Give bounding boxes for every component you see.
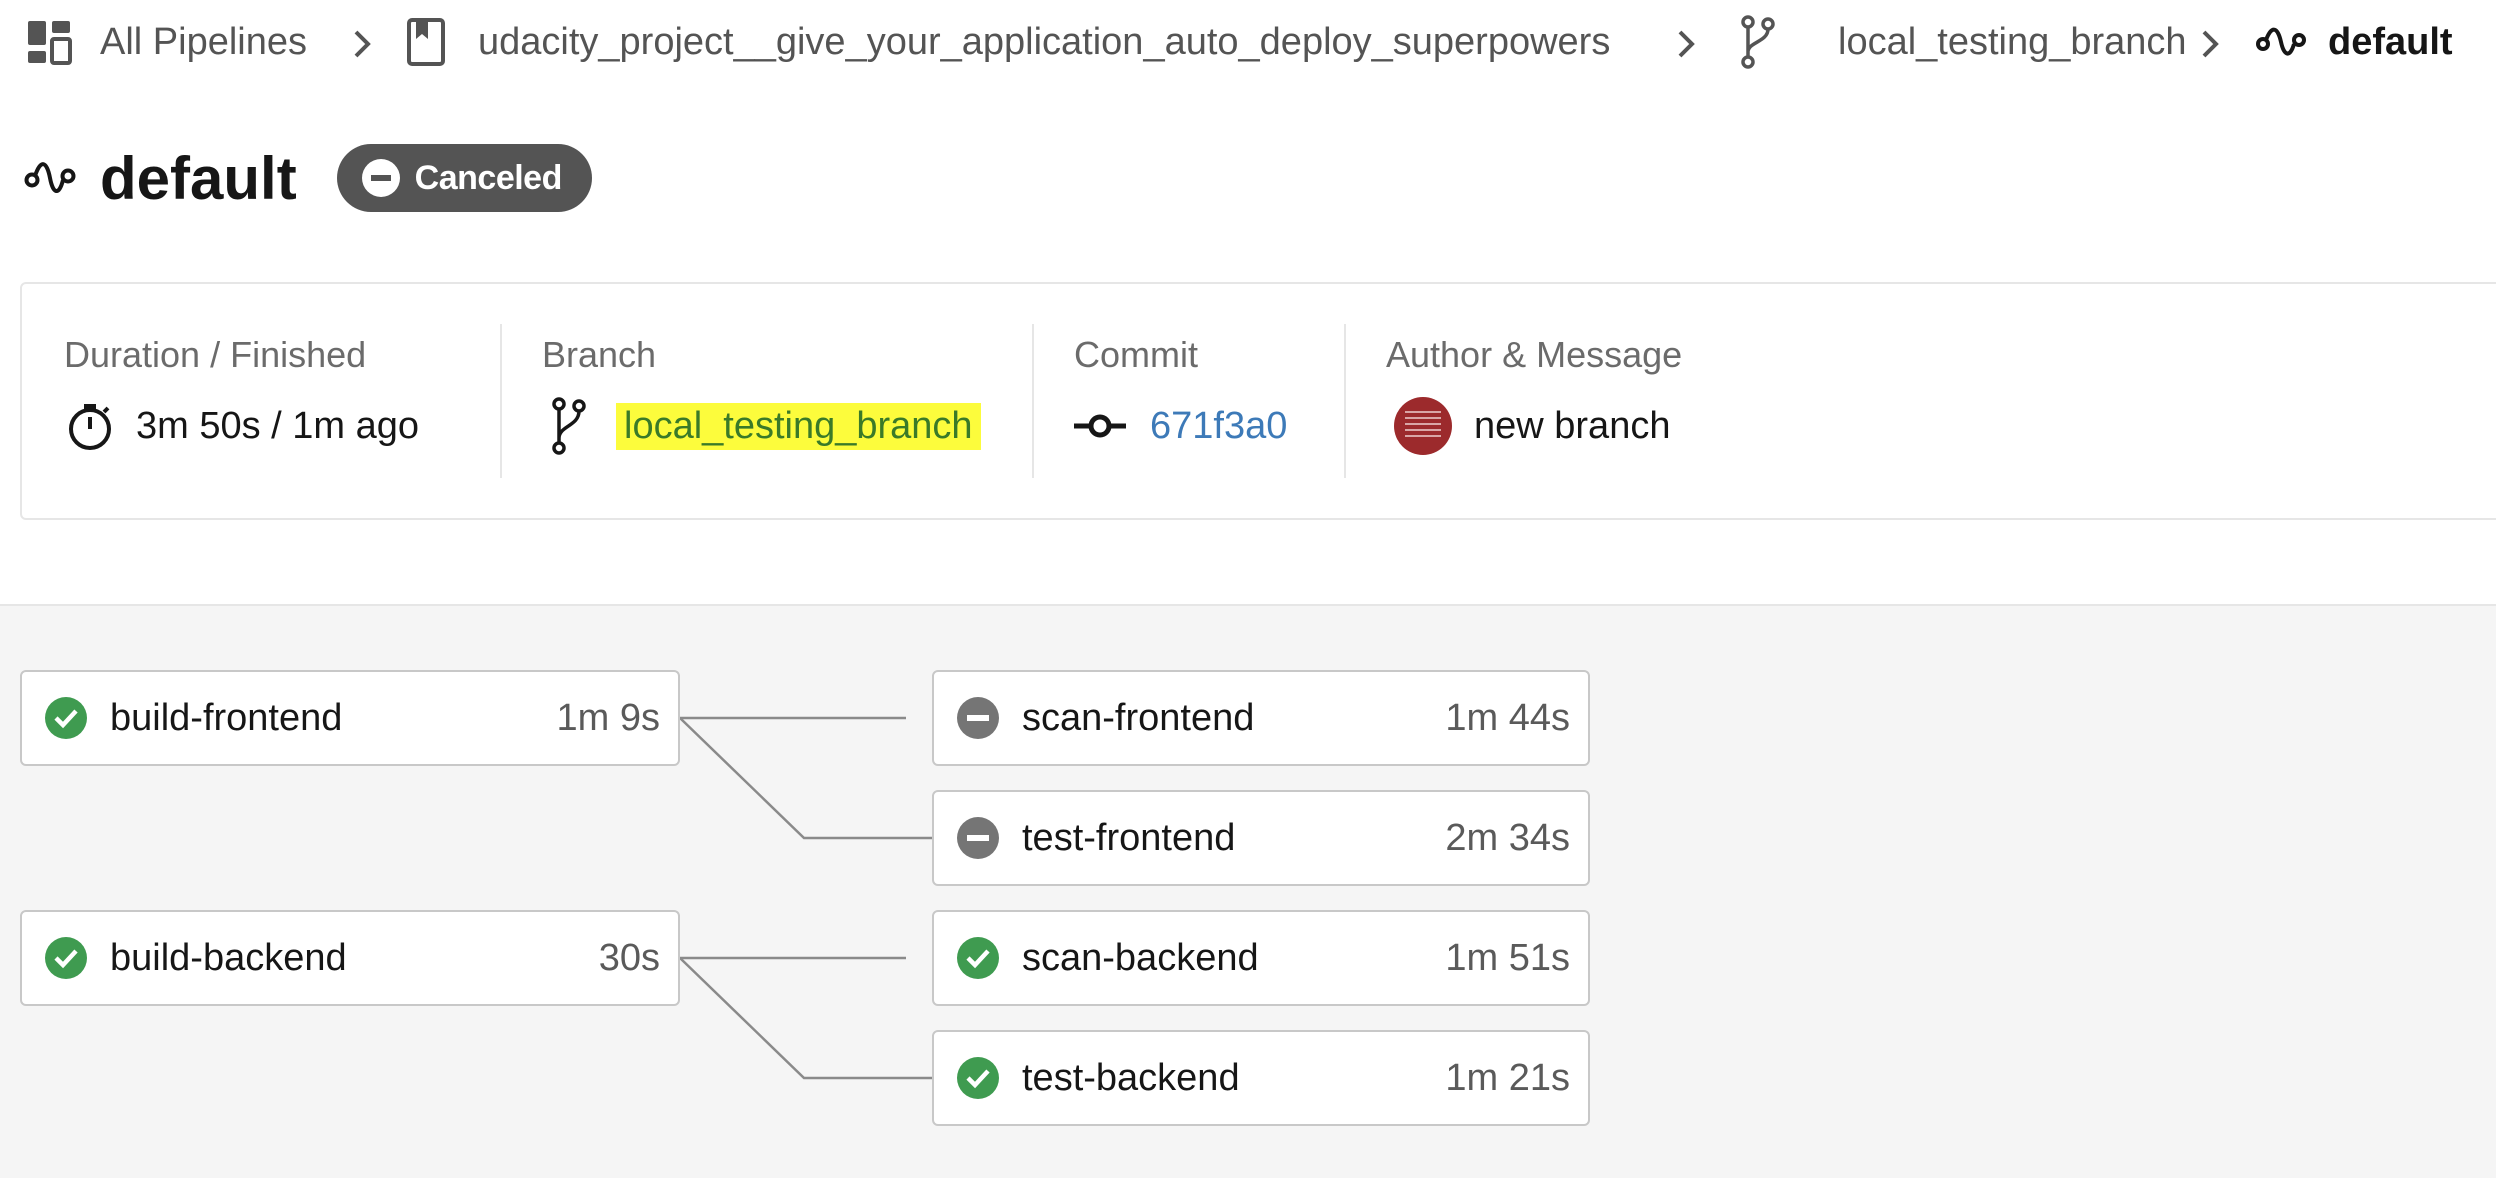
chevron-right-icon	[2198, 26, 2222, 62]
workflow-graph: build-frontend 1m 9s scan-frontend 1m 44…	[0, 604, 2496, 1178]
job-test-frontend[interactable]: test-frontend 2m 34s	[932, 790, 1590, 886]
commit-icon	[1074, 411, 1126, 441]
breadcrumb: All Pipelines udacity_project__give_your…	[0, 0, 2496, 86]
status-badge: Canceled	[336, 144, 592, 212]
breadcrumb-all-pipelines[interactable]: All Pipelines	[26, 18, 307, 66]
commit-value-row: 671f3a0	[1074, 396, 1287, 456]
breadcrumb-current-workflow: default	[2256, 18, 2453, 66]
branch-label: Branch	[542, 334, 657, 375]
branch-value-row: local_testing_branch	[550, 396, 981, 456]
job-duration: 1m 51s	[1445, 936, 1570, 979]
success-check-icon	[44, 696, 88, 740]
divider	[1032, 324, 1034, 478]
page-title: default	[100, 144, 297, 212]
job-duration: 2m 34s	[1445, 816, 1570, 859]
avatar	[1394, 397, 1452, 455]
job-duration: 1m 9s	[556, 696, 660, 739]
branch-icon	[1738, 14, 1778, 70]
commit-label: Commit	[1074, 334, 1198, 375]
breadcrumb-label: default	[2328, 20, 2453, 63]
breadcrumb-label: local_testing_branch	[1838, 20, 2187, 63]
divider	[500, 324, 502, 478]
workflow-icon	[24, 158, 76, 198]
bookmark-icon	[406, 17, 446, 67]
canceled-icon	[956, 816, 1000, 860]
job-build-frontend[interactable]: build-frontend 1m 9s	[20, 670, 680, 766]
job-name: build-frontend	[110, 696, 343, 739]
success-check-icon	[956, 1056, 1000, 1100]
commit-link[interactable]: 671f3a0	[1150, 405, 1287, 448]
job-scan-backend[interactable]: scan-backend 1m 51s	[932, 910, 1590, 1006]
canceled-icon	[361, 158, 401, 198]
job-name: scan-backend	[1022, 936, 1259, 979]
duration-value-row: 3m 50s / 1m ago	[64, 396, 419, 456]
success-check-icon	[44, 936, 88, 980]
status-label: Canceled	[414, 158, 563, 197]
commit-message: new branch	[1474, 404, 1671, 447]
branch-link[interactable]: local_testing_branch	[616, 402, 981, 450]
branch-icon	[550, 396, 588, 456]
divider	[1344, 324, 1346, 478]
job-name: scan-frontend	[1022, 696, 1255, 739]
chevron-right-icon	[350, 26, 374, 62]
breadcrumb-label: udacity_project__give_your_application_a…	[478, 20, 1611, 63]
breadcrumb-project[interactable]: udacity_project__give_your_application_a…	[406, 18, 1610, 66]
breadcrumb-label: All Pipelines	[100, 20, 307, 63]
dashboard-icon	[26, 19, 72, 65]
page-header: default Canceled	[24, 138, 592, 218]
job-duration: 1m 44s	[1445, 696, 1570, 739]
duration-value: 3m 50s / 1m ago	[136, 404, 420, 447]
job-duration: 30s	[598, 936, 660, 979]
job-build-backend[interactable]: build-backend 30s	[20, 910, 680, 1006]
success-check-icon	[956, 936, 1000, 980]
chevron-right-icon	[1674, 26, 1698, 62]
workflow-icon	[2256, 24, 2306, 60]
job-name: build-backend	[110, 936, 347, 979]
author-label: Author & Message	[1386, 334, 1683, 375]
job-scan-frontend[interactable]: scan-frontend 1m 44s	[932, 670, 1590, 766]
breadcrumb-branch[interactable]: local_testing_branch	[1738, 15, 2187, 69]
job-name: test-backend	[1022, 1056, 1240, 1099]
canceled-icon	[956, 696, 1000, 740]
job-name: test-frontend	[1022, 816, 1236, 859]
job-test-backend[interactable]: test-backend 1m 21s	[932, 1030, 1590, 1126]
job-duration: 1m 21s	[1445, 1056, 1570, 1099]
author-value-row: new branch	[1394, 396, 1670, 456]
stopwatch-icon	[64, 400, 116, 452]
duration-label: Duration / Finished	[64, 334, 367, 375]
pipeline-info-card: Duration / Finished 3m 50s / 1m ago Bran…	[20, 282, 2496, 520]
